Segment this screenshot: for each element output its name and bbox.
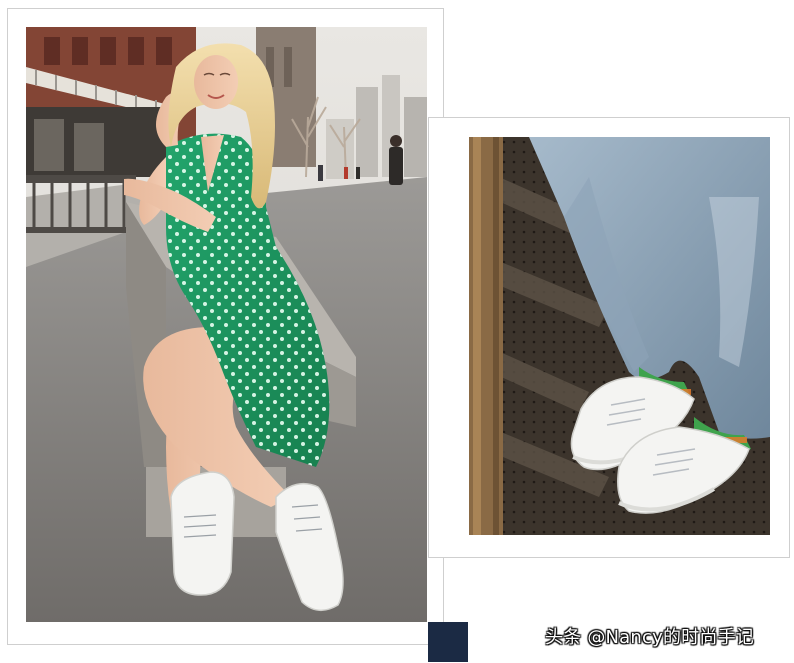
accent-square <box>428 622 468 662</box>
watermark-text: 头条 @Nancy的时尚手记 <box>545 627 754 648</box>
left-photo <box>26 27 427 622</box>
page: 头条 @Nancy的时尚手记 <box>0 0 794 663</box>
right-photo <box>469 137 770 535</box>
